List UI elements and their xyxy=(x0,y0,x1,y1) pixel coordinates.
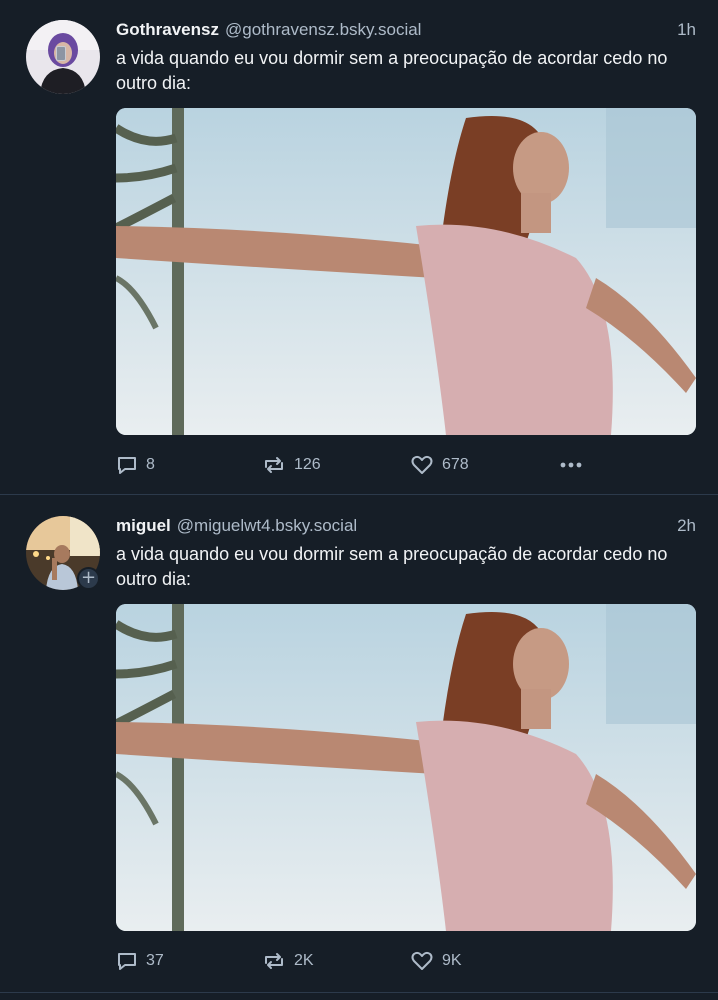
post-actions: 8 126 678 xyxy=(116,452,696,478)
like-button[interactable]: 678 xyxy=(410,452,469,478)
reply-icon xyxy=(116,454,138,476)
reply-icon xyxy=(116,950,138,972)
like-button[interactable]: 9K xyxy=(410,948,462,974)
like-count: 9K xyxy=(442,952,462,969)
post-media-gif[interactable] xyxy=(116,108,696,435)
avatar[interactable] xyxy=(26,20,100,94)
post-header: miguel @miguelwt4.bsky.social 2h xyxy=(116,516,696,542)
post-actions: 37 2K 9K xyxy=(116,948,696,974)
post[interactable]: Gothravensz @gothravensz.bsky.social 1h a… xyxy=(0,0,718,495)
feed: Gothravensz @gothravensz.bsky.social 1h a… xyxy=(0,0,718,1000)
heart-icon xyxy=(410,454,434,476)
reply-count: 37 xyxy=(146,952,164,969)
more-options-button[interactable] xyxy=(558,452,584,478)
follow-button[interactable]: + xyxy=(77,567,100,590)
timestamp[interactable]: 1h xyxy=(677,20,696,40)
handle[interactable]: @gothravensz.bsky.social xyxy=(225,20,421,39)
repost-icon xyxy=(262,950,286,972)
display-name[interactable]: miguel xyxy=(116,516,171,535)
heart-icon xyxy=(410,950,434,972)
reply-count: 8 xyxy=(146,456,155,473)
post-header: Gothravensz @gothravensz.bsky.social 1h xyxy=(116,20,696,46)
post-text: a vida quando eu vou dormir sem a preocu… xyxy=(116,544,668,589)
post-text: a vida quando eu vou dormir sem a preocu… xyxy=(116,48,668,93)
reply-button[interactable]: 8 xyxy=(116,452,155,478)
post-media-gif[interactable] xyxy=(116,604,696,931)
repost-icon xyxy=(262,454,286,476)
reply-button[interactable]: 37 xyxy=(116,948,164,974)
more-dots-icon xyxy=(558,454,584,476)
repost-count: 2K xyxy=(294,952,314,969)
like-count: 678 xyxy=(442,456,469,473)
display-name[interactable]: Gothravensz xyxy=(116,20,219,39)
repost-count: 126 xyxy=(294,456,321,473)
repost-button[interactable]: 126 xyxy=(262,452,321,478)
repost-button[interactable]: 2K xyxy=(262,948,314,974)
post[interactable]: + miguel @miguelwt4.bsky.social 2h a vida… xyxy=(0,496,718,993)
handle[interactable]: @miguelwt4.bsky.social xyxy=(177,516,357,535)
timestamp[interactable]: 2h xyxy=(677,516,696,536)
